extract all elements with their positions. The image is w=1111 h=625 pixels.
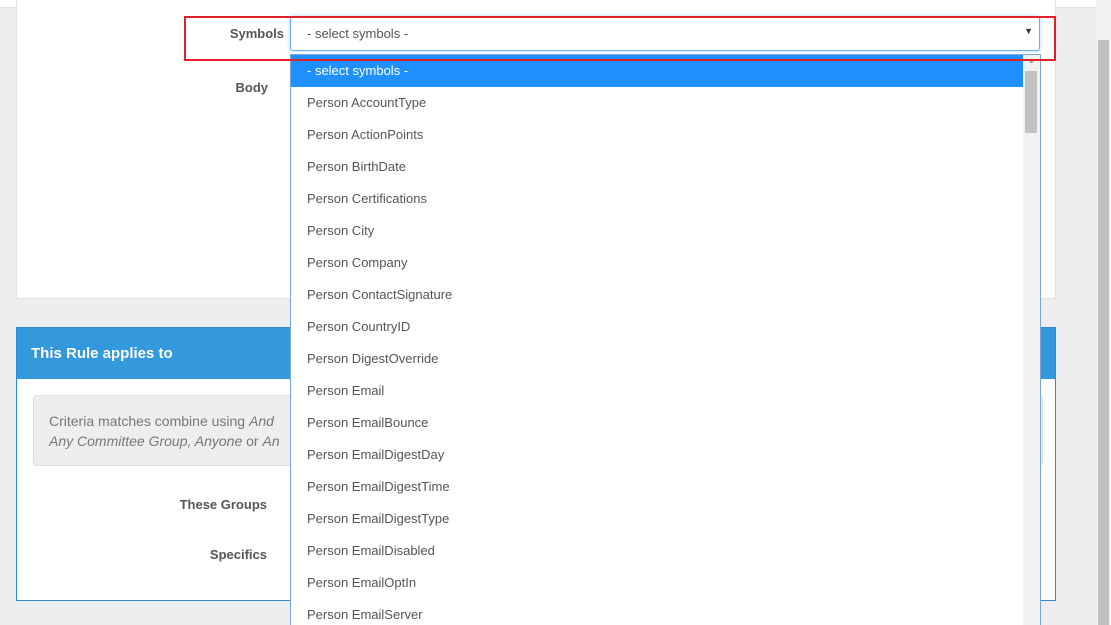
symbols-dropdown-list[interactable]: - select symbols - Person AccountType Pers… [290,54,1041,625]
dropdown-option[interactable]: Person Company [291,247,1024,279]
dropdown-option[interactable]: Person EmailServer [291,599,1024,625]
specifics-label: Specifics [209,547,267,562]
dropdown-option[interactable]: Person Email [291,375,1024,407]
dropdown-options: - select symbols - Person AccountType Pers… [291,55,1024,625]
panel-heading-title: This Rule applies to [31,345,173,362]
dropdown-option[interactable]: Person EmailDigestTime [291,471,1024,503]
criteria-or-text: or [242,433,263,449]
page: Symbols Body This Rule applies to Criter… [0,0,1111,625]
body-label: Body [235,80,269,95]
dropdown-option[interactable]: Person BirthDate [291,151,1024,183]
dropdown-option[interactable]: Person ActionPoints [291,119,1024,151]
symbols-select[interactable]: - select symbols - ▼ [290,16,1040,51]
page-scrollbar-thumb[interactable] [1098,40,1109,625]
dropdown-option[interactable]: Person CountryID [291,311,1024,343]
symbols-select-value: - select symbols - [307,26,409,41]
criteria-and-text: And [248,413,274,429]
dropdown-scrollbar[interactable]: ▲ [1023,55,1040,625]
criteria-an-text: An [262,433,280,449]
these-groups-label: These Groups [179,497,267,512]
dropdown-option[interactable]: Person EmailDisabled [291,535,1024,567]
criteria-line-1-text: Criteria matches combine using [49,413,249,429]
dropdown-option[interactable]: Person AccountType [291,87,1024,119]
scroll-up-arrow-icon[interactable]: ▲ [1023,55,1040,69]
symbols-label: Symbols [229,26,284,41]
dropdown-option[interactable]: Person EmailOptIn [291,567,1024,599]
page-scrollbar[interactable] [1096,0,1111,625]
chevron-down-icon: ▼ [1024,26,1033,36]
dropdown-option[interactable]: Person EmailDigestType [291,503,1024,535]
dropdown-option[interactable]: Person City [291,215,1024,247]
dropdown-option[interactable]: Person EmailBounce [291,407,1024,439]
dropdown-scrollbar-thumb[interactable] [1025,71,1037,133]
dropdown-option[interactable]: Person ContactSignature [291,279,1024,311]
dropdown-option[interactable]: Person Certifications [291,183,1024,215]
dropdown-option[interactable]: Person DigestOverride [291,343,1024,375]
criteria-any-committee-text: Any Committee Group, Anyone [49,433,243,449]
dropdown-option-placeholder[interactable]: - select symbols - [291,55,1024,87]
dropdown-option[interactable]: Person EmailDigestDay [291,439,1024,471]
